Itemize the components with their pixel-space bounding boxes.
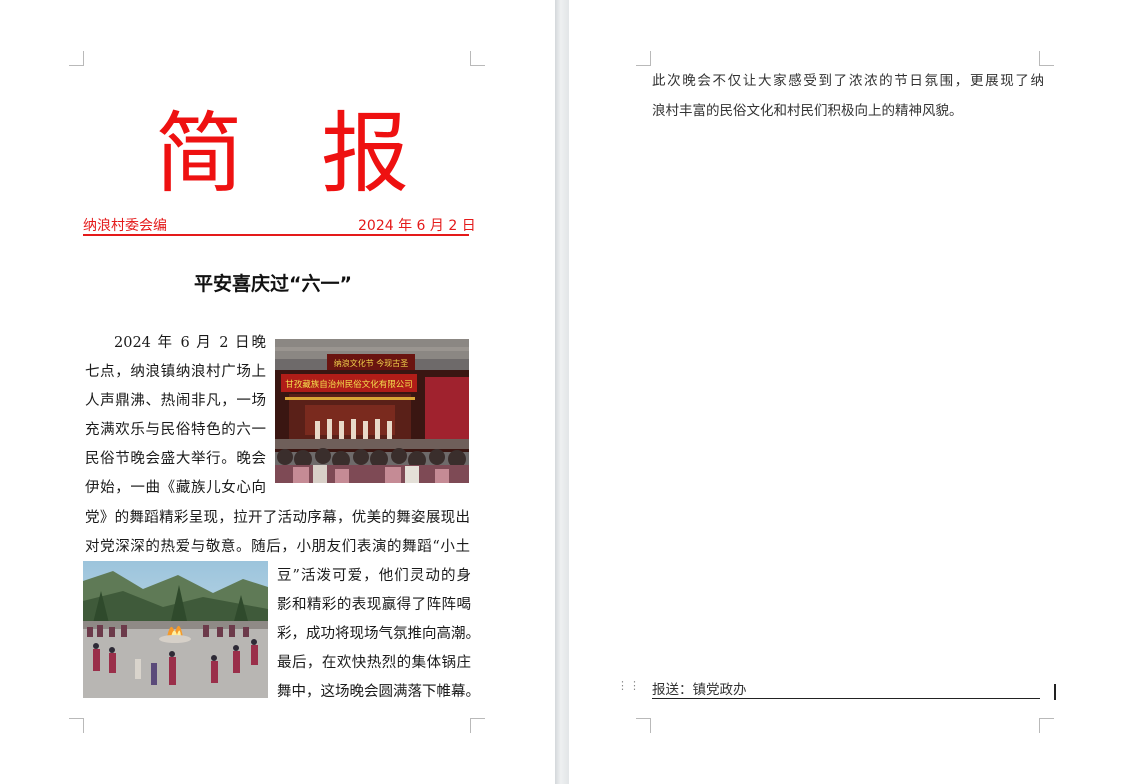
body-line: 党》的舞蹈精彩呈现，拉开了活动序幕，优美的舞姿展现出 [85,510,470,526]
crop-mark-bottom-right [470,718,485,733]
stage-performance-photo: 纳浪文化节 今现古圣 甘孜藏族自治州民俗文化有限公司 [275,339,469,483]
body-line: 影和精彩的表现赢得了阵阵喝 [277,597,471,613]
body-line: 豆”活泼可爱，他们灵动的身 [277,568,471,584]
body-line: 七点，纳浪镇纳浪村广场上 [85,364,266,380]
article-body-full: 党》的舞蹈精彩呈现，拉开了活动序幕，优美的舞姿展现出 对党深深的热爱与敬意。随后… [85,504,470,562]
crop-mark-bottom-right [1039,718,1054,733]
body-line: 2024 年 6 月 2 日晚 [114,335,266,351]
body-line: 充满欢乐与民俗特色的六一 [85,422,266,438]
crop-mark-bottom-left [69,718,84,733]
masthead-char-1: 简 [155,102,244,205]
body-line: 人声鼎沸、热闹非凡，一场 [85,393,266,409]
crop-mark-top-right [1039,51,1054,66]
body-line: 伊始，一曲《藏族儿女心向 [85,480,266,496]
drag-handle-icon[interactable]: ⋮⋮ [617,680,640,699]
crop-mark-top-left [69,51,84,66]
masthead-title: 简报 [155,104,409,204]
body-line: 对党深深的热爱与敬意。随后，小朋友们表演的舞蹈“小土 [85,539,470,555]
bonfire-dance-photo [83,561,268,698]
footer-underline [652,698,1040,699]
issue-date: 2024 年 6 月 2 日 [358,218,476,234]
body-line: 民俗节晚会盛大举行。晚会 [85,451,266,467]
article-body-top: 2024 年 6 月 2 日晚 七点，纳浪镇纳浪村广场上 人声鼎沸、热闹非凡，一… [85,329,266,503]
body-line: 彩，成功将现场气氛推向高潮。 [277,626,480,642]
masthead-char-2: 报 [321,102,410,205]
crop-mark-top-right [470,51,485,66]
article-body-bottom: 豆”活泼可爱，他们灵动的身 影和精彩的表现赢得了阵阵喝 彩，成功将现场气氛推向高… [277,562,480,707]
article-body-continued: 此次晚会不仅让大家感受到了浓浓的节日氛围，更展现了纳 浪村丰富的民俗文化和村民们… [652,66,1044,126]
text-cursor [1054,684,1056,700]
stage-main-banner-text: 甘孜藏族自治州民俗文化有限公司 [285,379,413,390]
page-gutter [555,0,569,784]
publisher-label: 纳浪村委会编 [83,218,167,234]
masthead-divider [83,234,469,236]
article-headline: 平安喜庆过“六一” [194,273,352,295]
body-line: 浪村丰富的民俗文化和村民们积极向上的精神风貌。 [652,103,963,119]
crop-mark-bottom-left [636,718,651,733]
body-line: 最后，在欢快热烈的集体锅庄 [277,655,471,671]
page-left: 简报 纳浪村委会编 2024 年 6 月 2 日 平安喜庆过“六一” 2024 … [0,0,555,784]
footer-submitted-to[interactable]: 报送：镇党政办 [652,680,747,700]
body-line: 此次晚会不仅让大家感受到了浓浓的节日氛围，更展现了纳 [652,73,1044,89]
crop-mark-top-left [636,51,651,66]
body-line: 舞中，这场晚会圆满落下帷幕。 [277,684,480,700]
stage-top-banner-text: 纳浪文化节 今现古圣 [334,358,409,368]
